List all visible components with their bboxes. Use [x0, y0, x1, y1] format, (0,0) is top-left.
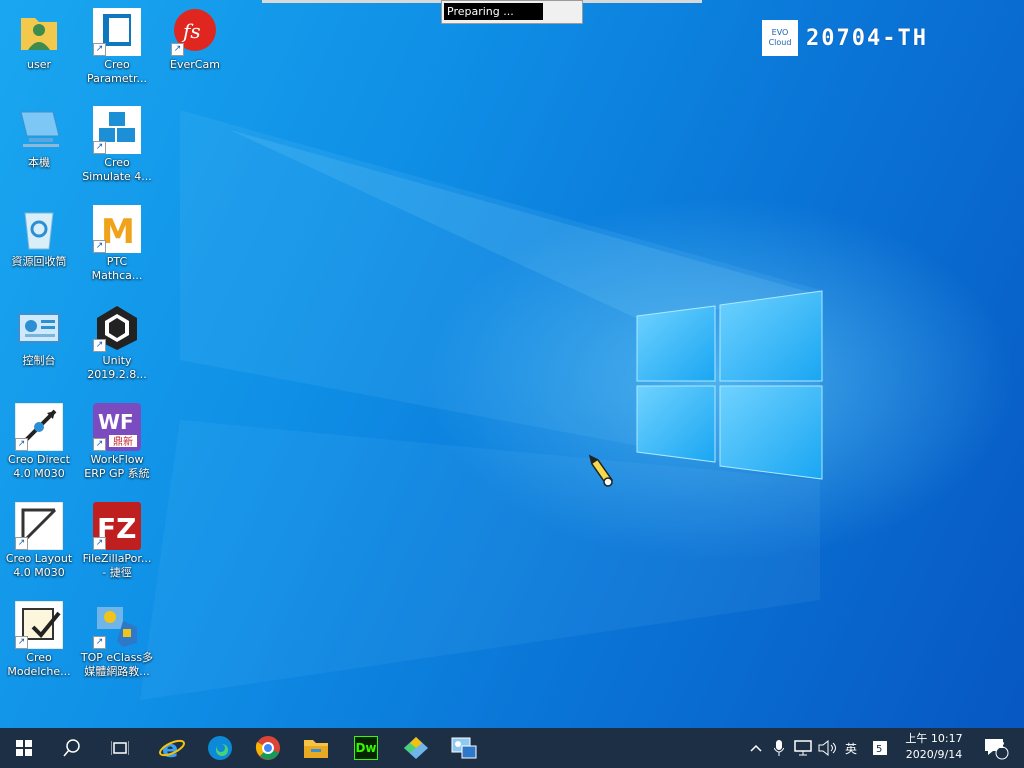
user-folder-icon — [15, 8, 63, 56]
top-eclass-icon: ↗ — [93, 601, 141, 649]
svg-text:WF: WF — [98, 410, 134, 434]
evo-cloud-badge: EVO Cloud 20704-TH — [762, 20, 1002, 56]
shortcut-arrow-icon: ↗ — [93, 537, 106, 550]
dreamweaver-icon: Dw — [354, 736, 378, 760]
volume-icon — [818, 740, 836, 756]
edge-icon — [208, 736, 232, 760]
ime-mode-icon: 5 — [873, 741, 887, 755]
svg-text:5: 5 — [876, 744, 882, 755]
taskbar-clock[interactable]: 上午 10:17 2020/9/14 — [896, 731, 972, 763]
svg-text:M: M — [101, 212, 135, 252]
unity-icon: ↗ — [93, 304, 141, 352]
taskbar-edge[interactable] — [196, 728, 244, 768]
taskbar-ie[interactable]: e — [148, 728, 196, 768]
creo-layout-icon: ↗ — [14, 501, 64, 551]
control-panel-icon — [15, 304, 63, 352]
desktop-icon-creo-modelcheck[interactable]: ↗ Creo Modelche... — [2, 600, 76, 679]
app-network-icon — [451, 737, 477, 759]
desktop-icon-creo-direct[interactable]: ↗ Creo Direct 4.0 M030 — [2, 402, 76, 481]
desktop[interactable]: Preparing ... EVO Cloud 20704-TH user ↗ … — [0, 0, 1024, 728]
clock-time: 上午 10:17 — [905, 732, 963, 745]
creo-direct-icon: ↗ — [14, 402, 64, 452]
shortcut-arrow-icon: ↗ — [15, 438, 28, 451]
desktop-icon-control-panel[interactable]: 控制台 — [2, 304, 76, 368]
action-center-button[interactable]: 2 — [976, 728, 1016, 768]
network-button[interactable] — [792, 728, 814, 768]
shortcut-arrow-icon: ↗ — [93, 240, 106, 253]
desktop-icon-this-pc[interactable]: 本機 — [2, 106, 76, 170]
shortcut-arrow-icon: ↗ — [93, 43, 106, 56]
svg-text:fs: fs — [181, 19, 201, 43]
shortcut-arrow-icon: ↗ — [93, 636, 106, 649]
desktop-icon-creo-layout[interactable]: ↗ Creo Layout 4.0 M030 — [2, 501, 76, 580]
chrome-icon — [255, 736, 280, 760]
preparing-dialog: Preparing ... — [441, 0, 583, 24]
taskbar-file-explorer[interactable] — [292, 728, 340, 768]
desktop-icon-unity[interactable]: ↗ Unity 2019.2.8... — [80, 304, 154, 382]
desktop-icon-ptc-mathcad[interactable]: M ↗ PTC Mathca... — [80, 205, 154, 283]
shortcut-arrow-icon: ↗ — [93, 438, 106, 451]
creo-simulate-icon: ↗ — [93, 106, 141, 154]
workflow-erp-icon: WF 鼎新 ↗ — [93, 403, 141, 451]
creo-modelcheck-icon: ↗ — [14, 600, 64, 650]
task-view-icon — [111, 741, 129, 755]
evercam-icon: fs ↗ — [171, 8, 219, 56]
microphone-button[interactable] — [768, 728, 790, 768]
ime-mode-button[interactable]: 5 — [868, 728, 892, 768]
volume-button[interactable] — [816, 728, 838, 768]
shortcut-arrow-icon: ↗ — [171, 43, 184, 56]
clock-date: 2020/9/14 — [905, 748, 963, 761]
taskbar-app-network[interactable] — [440, 728, 488, 768]
evo-cloud-logo: EVO Cloud — [762, 20, 798, 56]
desktop-icon-creo-simulate[interactable]: ↗ Creo Simulate 4... — [80, 106, 154, 184]
shortcut-arrow-icon: ↗ — [93, 141, 106, 154]
pencil-cursor-icon — [588, 454, 614, 487]
taskbar-app-diamond[interactable] — [392, 728, 440, 768]
taskbar: e Dw 英 5 上午 10:17 2020/9/14 2 — [0, 728, 1024, 768]
desktop-icon-evercam[interactable]: fs ↗ EverCam — [158, 8, 232, 72]
network-icon — [794, 740, 812, 756]
file-explorer-icon — [304, 740, 328, 758]
chevron-up-icon — [750, 744, 762, 752]
shortcut-arrow-icon: ↗ — [15, 636, 28, 649]
shortcut-arrow-icon: ↗ — [93, 339, 106, 352]
taskbar-dreamweaver[interactable]: Dw — [342, 728, 390, 768]
desktop-icon-workflow-erp[interactable]: WF 鼎新 ↗ WorkFlow ERP GP 系統 — [80, 403, 154, 481]
preparing-status: Preparing ... — [444, 3, 543, 20]
show-hidden-icons-button[interactable] — [746, 728, 766, 768]
search-icon — [63, 739, 80, 757]
recycle-bin-icon — [15, 205, 63, 253]
search-button[interactable] — [48, 728, 96, 768]
internet-explorer-icon: e — [159, 735, 185, 761]
ptc-mathcad-icon: M ↗ — [93, 205, 141, 253]
this-pc-icon — [15, 106, 63, 154]
notification-count: 2 — [999, 741, 1005, 751]
app-diamond-icon — [404, 737, 428, 759]
windows-start-icon — [16, 740, 32, 756]
desktop-icon-recycle-bin[interactable]: 資源回收筒 — [2, 205, 76, 269]
svg-text:e: e — [162, 735, 178, 761]
shortcut-arrow-icon: ↗ — [15, 537, 28, 550]
ime-language-indicator[interactable]: 英 — [840, 728, 862, 768]
filezilla-icon: FZ ↗ — [93, 502, 141, 550]
start-button[interactable] — [0, 728, 48, 768]
taskbar-chrome[interactable] — [244, 728, 292, 768]
desktop-icon-filezilla[interactable]: FZ ↗ FileZillaPor... - 捷徑 — [80, 502, 154, 580]
microphone-icon — [774, 740, 784, 756]
desktop-icon-user[interactable]: user — [2, 8, 76, 72]
creo-parametric-icon: ↗ — [93, 8, 141, 56]
hostname-label: 20704-TH — [806, 26, 928, 51]
task-view-button[interactable] — [96, 728, 144, 768]
desktop-icon-creo-parametric[interactable]: ↗ Creo Parametr... — [80, 8, 154, 86]
svg-text:鼎新: 鼎新 — [113, 435, 133, 448]
desktop-icon-top-eclass[interactable]: ↗ TOP eClass多媒體網路教... — [80, 601, 154, 679]
